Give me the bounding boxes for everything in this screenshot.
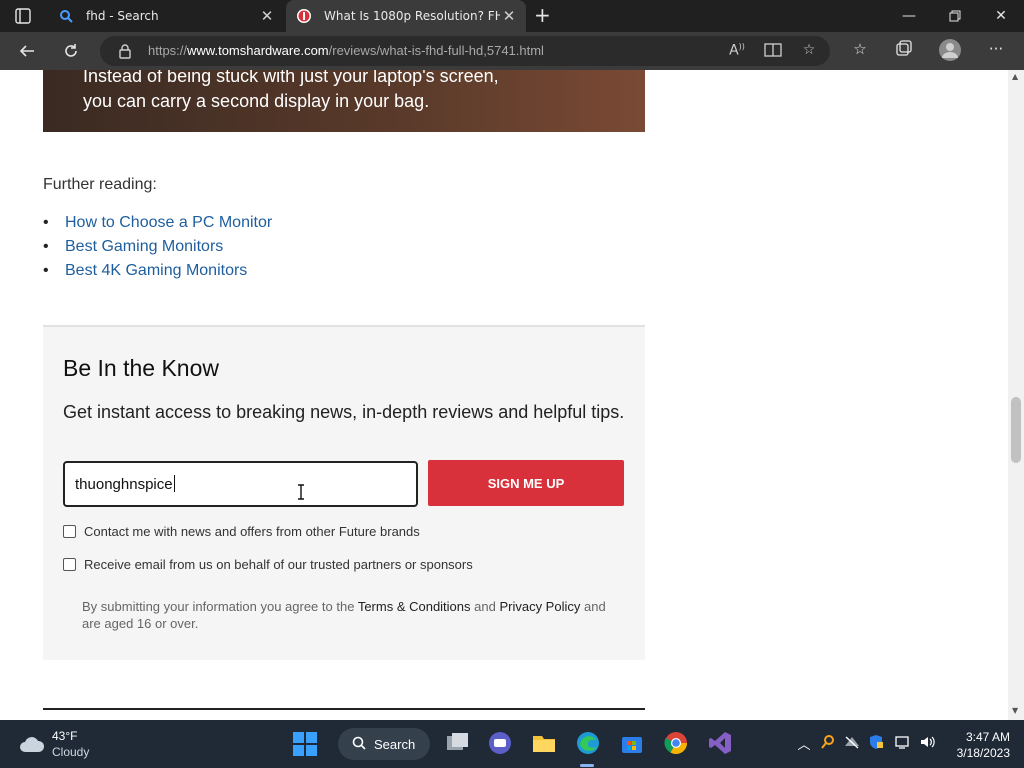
search-icon: [352, 736, 366, 753]
weather-condition[interactable]: Cloudy: [52, 745, 89, 759]
taskbar-clock[interactable]: 3:47 AM 3/18/2023: [950, 729, 1010, 761]
add-favorite-icon[interactable]: ☆: [800, 42, 818, 60]
tab-title: fhd - Search: [86, 9, 159, 23]
tab-title: What Is 1080p Resolution? FHD D: [324, 9, 500, 23]
tab-fhd-search[interactable]: fhd - Search ✕: [48, 0, 284, 32]
windows-taskbar: 43°F Cloudy Search ︿ 3:47 AM 3/18/2023: [0, 720, 1024, 768]
visual-studio-icon[interactable]: [707, 730, 733, 756]
minimize-icon[interactable]: —: [886, 0, 932, 32]
link-best-4k-gaming-monitors[interactable]: Best 4K Gaming Monitors: [43, 262, 272, 286]
newsletter-title: Be In the Know: [63, 355, 219, 381]
taskbar-search-button[interactable]: Search: [338, 728, 430, 760]
new-tab-icon[interactable]: +: [534, 4, 551, 26]
refresh-icon[interactable]: [60, 40, 82, 62]
show-hidden-icons-icon[interactable]: ︿: [795, 734, 813, 753]
collections-icon[interactable]: [894, 40, 914, 60]
active-app-indicator: [580, 764, 594, 767]
windows-start-icon[interactable]: [293, 732, 317, 756]
terms-link[interactable]: Terms & Conditions: [358, 599, 471, 614]
terms-text: By submitting your information you agree…: [82, 599, 606, 631]
further-reading-label: Further reading:: [43, 176, 157, 193]
vpn-icon[interactable]: [843, 734, 861, 752]
privacy-link[interactable]: Privacy Policy: [499, 599, 580, 614]
lock-icon[interactable]: [118, 43, 132, 63]
tab-actions-icon[interactable]: [14, 7, 32, 25]
promo-line: Instead of being stuck with just your la…: [83, 70, 499, 86]
link-best-gaming-monitors[interactable]: Best Gaming Monitors: [43, 238, 272, 262]
security-shield-icon[interactable]: [867, 734, 885, 752]
browser-tab-strip: fhd - Search ✕ What Is 1080p Resolution?…: [0, 0, 1024, 32]
checkbox-label: Receive email from us on behalf of our t…: [84, 557, 473, 572]
checkbox[interactable]: [63, 525, 76, 538]
promo-line: you can carry a second display in your b…: [83, 91, 430, 111]
volume-icon[interactable]: [918, 734, 936, 752]
network-icon[interactable]: [894, 734, 912, 752]
profile-avatar[interactable]: [938, 38, 962, 62]
close-tab-icon[interactable]: ✕: [258, 7, 276, 25]
file-explorer-icon[interactable]: [531, 730, 557, 756]
edge-browser-icon[interactable]: [575, 730, 601, 756]
address-toolbar: https://www.tomshardware.com/reviews/wha…: [0, 32, 1024, 70]
address-bar[interactable]: https://www.tomshardware.com/reviews/wha…: [100, 36, 830, 66]
cloud-icon[interactable]: [18, 733, 46, 759]
close-tab-icon[interactable]: ✕: [500, 7, 518, 25]
page-scrollbar[interactable]: ▲ ▼: [1008, 70, 1024, 720]
restore-icon[interactable]: [932, 0, 978, 32]
email-input[interactable]: thuonghnspice: [63, 461, 418, 507]
newsletter-description: Get instant access to breaking news, in-…: [63, 402, 625, 422]
checkbox[interactable]: [63, 558, 76, 571]
checkbox-future-brands[interactable]: Contact me with news and offers from oth…: [63, 524, 420, 539]
promo-image: Instead of being stuck with just your la…: [43, 70, 645, 132]
microsoft-store-icon[interactable]: [619, 730, 645, 756]
immersive-reader-icon[interactable]: [764, 42, 782, 60]
tab-what-is-1080p[interactable]: What Is 1080p Resolution? FHD D ✕: [286, 0, 526, 32]
close-window-icon[interactable]: ✕: [978, 0, 1024, 32]
back-icon[interactable]: [16, 40, 38, 62]
web-page: Instead of being stuck with just your la…: [0, 70, 1008, 720]
weather-temperature[interactable]: 43°F: [52, 729, 77, 743]
scroll-thumb[interactable]: [1011, 397, 1021, 463]
url-text: https://www.tomshardware.com/reviews/wha…: [148, 43, 544, 58]
checkbox-partners[interactable]: Receive email from us on behalf of our t…: [63, 557, 473, 572]
scroll-down-icon[interactable]: ▼: [1012, 706, 1018, 715]
search-tray-icon[interactable]: [819, 734, 837, 752]
checkbox-label: Contact me with news and offers from oth…: [84, 524, 420, 539]
section-divider: [43, 708, 645, 710]
teams-chat-icon[interactable]: [487, 730, 513, 756]
favorites-icon[interactable]: ☆: [850, 40, 870, 60]
taskbar-search-label: Search: [374, 736, 416, 752]
task-view-icon[interactable]: [444, 730, 470, 756]
read-aloud-icon[interactable]: A)): [728, 42, 746, 60]
clock-time: 3:47 AM: [965, 730, 1010, 744]
chrome-icon[interactable]: [663, 730, 689, 756]
link-how-to-choose-monitor[interactable]: How to Choose a PC Monitor: [43, 214, 272, 238]
scroll-up-icon[interactable]: ▲: [1012, 72, 1018, 81]
tomshardware-favicon-icon: [296, 8, 312, 24]
text-caret: [173, 475, 175, 492]
further-reading-list: How to Choose a PC Monitor Best Gaming M…: [43, 214, 272, 286]
more-menu-icon[interactable]: ···: [986, 40, 1006, 60]
clock-date: 3/18/2023: [956, 746, 1010, 760]
text-cursor-icon: [296, 484, 306, 500]
sign-me-up-button[interactable]: SIGN ME UP: [428, 460, 624, 506]
newsletter-signup-box: Be In the Know Get instant access to bre…: [43, 325, 645, 660]
search-icon: [58, 8, 74, 24]
